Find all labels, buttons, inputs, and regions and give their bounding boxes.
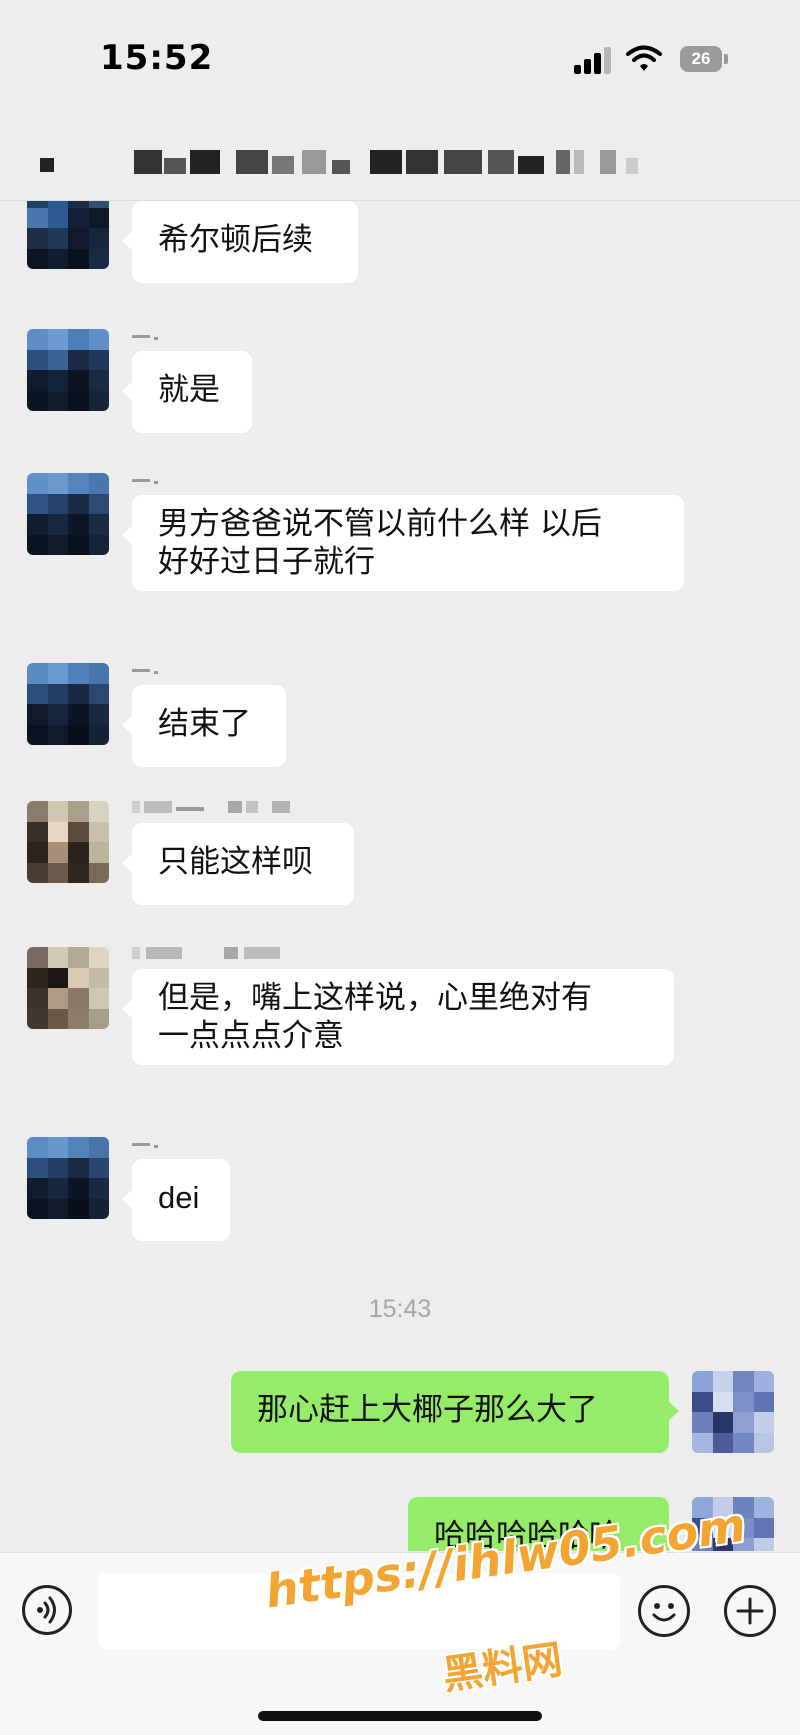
emoji-icon[interactable]	[638, 1585, 690, 1637]
battery-icon: 26	[680, 46, 728, 74]
message-bubble-outgoing[interactable]: 哈哈哈哈哈哈	[408, 1497, 679, 1551]
message-bubble[interactable]: 男方爸爸说不管以前什么样 以后 好好过日子就行	[122, 495, 684, 591]
message-input[interactable]	[98, 1573, 620, 1649]
avatar[interactable]	[27, 801, 109, 883]
home-indicator[interactable]	[258, 1711, 542, 1721]
wifi-icon	[626, 45, 662, 71]
message-list[interactable]: 希尔顿后续 就是 男方爸爸说不管以前什么样 以后 好好过日子就行 结束了 只能这…	[0, 201, 800, 1551]
avatar[interactable]	[27, 473, 109, 555]
signal-icon	[574, 46, 614, 74]
avatar[interactable]	[27, 1137, 109, 1219]
input-bar	[0, 1552, 800, 1735]
chat-screen: 15:52 26 希尔顿后续 就是 男方爸爸说不管以前什么样 以后 好好过日子就…	[0, 0, 800, 1735]
chat-title-censored	[40, 150, 700, 180]
message-bubble[interactable]: 结束了	[122, 685, 286, 767]
message-bubble[interactable]: 就是	[122, 351, 252, 433]
status-time: 15:52	[100, 38, 214, 78]
plus-icon[interactable]	[724, 1585, 776, 1637]
message-timestamp: 15:43	[368, 1295, 432, 1323]
avatar[interactable]	[692, 1497, 774, 1551]
avatar[interactable]	[27, 663, 109, 745]
message-bubble[interactable]: 希尔顿后续	[122, 201, 358, 283]
avatar[interactable]	[27, 329, 109, 411]
message-bubble-outgoing[interactable]: 那心赶上大椰子那么大了	[231, 1371, 679, 1453]
battery-level: 26	[691, 49, 711, 68]
message-bubble[interactable]: 只能这样呗	[122, 823, 354, 905]
voice-icon[interactable]	[22, 1585, 72, 1635]
avatar[interactable]	[27, 201, 109, 269]
status-bar: 15:52 26	[0, 0, 800, 110]
avatar[interactable]	[27, 947, 109, 1029]
message-bubble[interactable]: dei	[122, 1159, 230, 1241]
avatar[interactable]	[692, 1371, 774, 1453]
message-bubble[interactable]: 但是，嘴上这样说，心里绝对有 一点点点介意	[122, 969, 674, 1065]
chat-header	[0, 110, 800, 201]
